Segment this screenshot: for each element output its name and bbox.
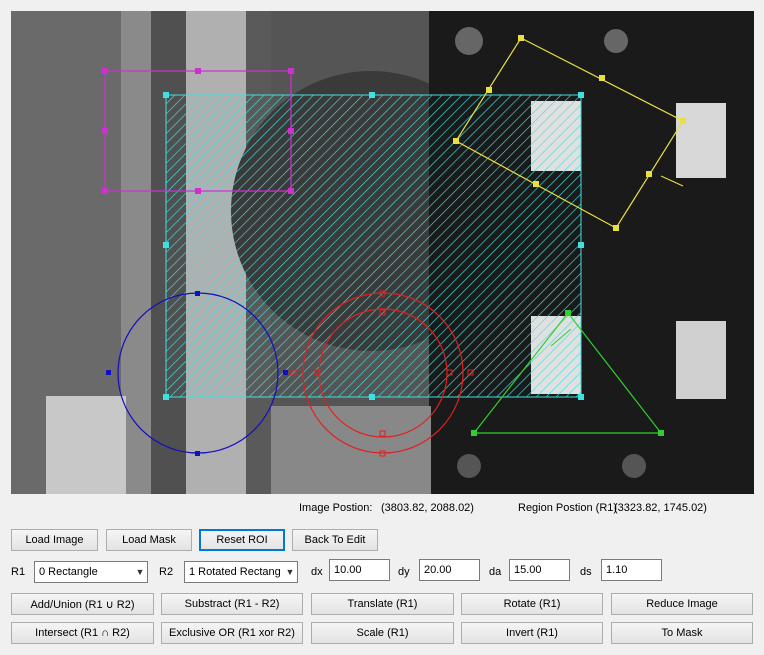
roi-rectangle[interactable] xyxy=(165,94,582,398)
chevron-down-icon[interactable]: ▼ xyxy=(133,567,147,577)
xor-button[interactable]: Exclusive OR (R1 xor R2) xyxy=(161,622,303,644)
screw-3 xyxy=(622,454,646,478)
intersect-button[interactable]: Intersect (R1 ∩ R2) xyxy=(11,622,154,644)
dx-input[interactable] xyxy=(329,559,390,581)
chevron-down-icon[interactable]: ▼ xyxy=(283,567,297,577)
screw-4 xyxy=(457,454,481,478)
block-lower-middle xyxy=(271,406,431,494)
module-2 xyxy=(676,103,726,178)
r2-label: R2 xyxy=(159,566,174,578)
r1-select-value: 0 Rectangle xyxy=(39,566,98,578)
dx-label: dx xyxy=(311,566,323,578)
rotate-button[interactable]: Rotate (R1) xyxy=(461,593,603,615)
reduce-image-button[interactable]: Reduce Image xyxy=(611,593,753,615)
block-lower-left xyxy=(46,396,126,494)
load-image-button[interactable]: Load Image xyxy=(11,529,98,551)
image-position-label: Image Postion: xyxy=(299,502,373,514)
screw-2 xyxy=(604,29,628,53)
subtract-button[interactable]: Substract (R1 - R2) xyxy=(161,593,303,615)
reset-roi-button[interactable]: Reset ROI xyxy=(199,529,285,551)
image-position-value: (3803.82, 2088.02) xyxy=(381,502,474,514)
dy-label: dy xyxy=(398,566,410,578)
r1-select[interactable]: 0 Rectangle ▼ xyxy=(34,561,148,583)
to-mask-button[interactable]: To Mask xyxy=(611,622,753,644)
load-mask-button[interactable]: Load Mask xyxy=(106,529,192,551)
da-input[interactable] xyxy=(509,559,570,581)
r2-select-value: 1 Rotated Rectang xyxy=(189,566,281,578)
ds-label: ds xyxy=(580,566,592,578)
region-position-label: Region Postion (R1) xyxy=(518,502,618,514)
r2-select[interactable]: 1 Rotated Rectang ▼ xyxy=(184,561,298,583)
da-label: da xyxy=(489,566,502,578)
back-to-edit-button[interactable]: Back To Edit xyxy=(292,529,378,551)
image-viewer[interactable] xyxy=(11,11,754,494)
dy-input[interactable] xyxy=(419,559,480,581)
invert-button[interactable]: Invert (R1) xyxy=(461,622,603,644)
ds-input[interactable] xyxy=(601,559,662,581)
roi-canvas[interactable] xyxy=(11,11,754,494)
screw-1 xyxy=(455,27,483,55)
r1-label: R1 xyxy=(11,566,26,578)
translate-button[interactable]: Translate (R1) xyxy=(311,593,454,615)
module-4 xyxy=(676,321,726,399)
region-position-value: (3323.82, 1745.02) xyxy=(614,502,707,514)
add-union-button[interactable]: Add/Union (R1 ∪ R2) xyxy=(11,593,154,615)
scale-button[interactable]: Scale (R1) xyxy=(311,622,454,644)
